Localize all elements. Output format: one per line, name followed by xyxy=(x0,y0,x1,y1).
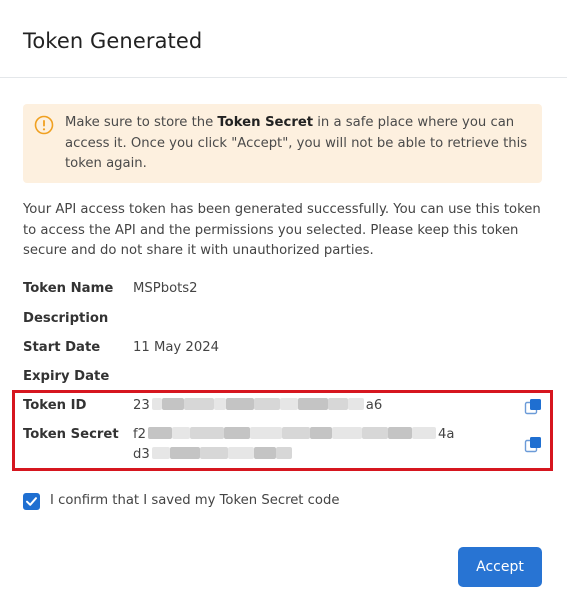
warning-bold-text: Token Secret xyxy=(217,115,314,130)
warning-text: Make sure to store the Token Secret in a… xyxy=(65,115,528,171)
warning-alert: Make sure to store the Token Secret in a… xyxy=(23,104,542,183)
start-date-label: Start Date xyxy=(23,340,101,355)
token-name-value: MSPbots2 xyxy=(133,281,198,296)
token-secret-redacted-2 xyxy=(151,447,292,462)
token-secret-line2: d3 xyxy=(133,447,294,462)
token-id-label: Token ID xyxy=(23,398,87,413)
token-secret-line1: f2 4a xyxy=(133,427,455,442)
copy-token-secret-icon[interactable] xyxy=(524,436,542,454)
start-date-value: 11 May 2024 xyxy=(133,340,219,355)
copy-token-id-icon[interactable] xyxy=(524,398,542,416)
token-secret-redacted-1 xyxy=(148,427,437,442)
expiry-date-label: Expiry Date xyxy=(23,369,110,384)
dialog-title: Token Generated xyxy=(23,29,203,53)
token-name-label: Token Name xyxy=(23,281,114,296)
token-id-value: 23 a6 xyxy=(133,398,383,413)
token-id-redacted xyxy=(151,398,364,413)
description-label: Description xyxy=(23,311,109,326)
token-secret-label: Token Secret xyxy=(23,427,119,442)
dialog-header: Token Generated xyxy=(0,0,567,78)
confirm-label[interactable]: I confirm that I saved my Token Secret c… xyxy=(50,493,339,508)
checkmark-icon xyxy=(26,497,37,506)
warning-icon xyxy=(34,115,54,135)
token-description-text: Your API access token has been generated… xyxy=(23,202,541,258)
confirm-checkbox[interactable] xyxy=(23,493,40,510)
accept-button[interactable]: Accept xyxy=(458,547,542,587)
